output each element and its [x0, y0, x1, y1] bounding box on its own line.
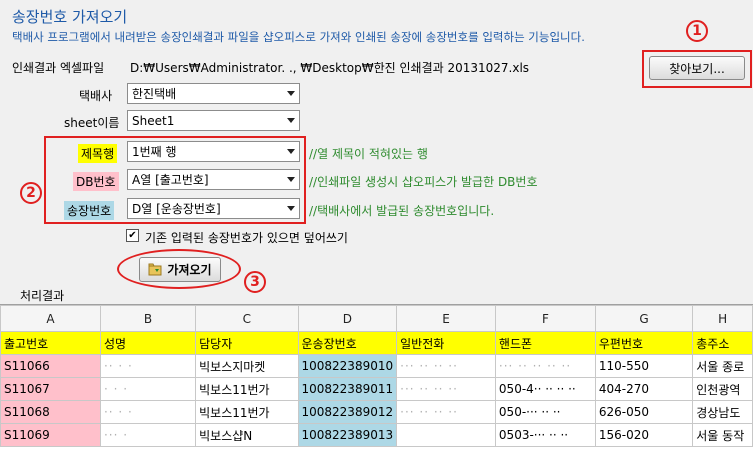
courier-select[interactable]: 한진택배: [127, 83, 300, 104]
header-cell[interactable]: 출고번호: [0, 331, 101, 355]
table-row: S11067 · · · 빅보스11번가 100822389011 ··· ··…: [0, 377, 753, 401]
header-row: 출고번호 성명 담당자 운송장번호 일반전화 핸드폰 우편번호 총주소: [0, 331, 753, 355]
db-number-value: A열 [출고번호]: [132, 173, 209, 187]
import-button[interactable]: 가져오기: [139, 257, 221, 282]
db-number-tag: DB번호: [73, 172, 119, 191]
header-cell[interactable]: 총주소: [692, 331, 753, 355]
column-letter[interactable]: F: [494, 305, 596, 332]
chevron-down-icon: [287, 91, 295, 96]
header-cell[interactable]: 일반전화: [396, 331, 496, 355]
table-cell[interactable]: 100822389012: [297, 400, 398, 424]
title-row-value: 1번째 행: [132, 145, 177, 159]
table-cell[interactable]: 빅보스11번가: [195, 400, 299, 424]
invoice-number-tag: 송장번호: [64, 201, 115, 220]
import-button-label: 가져오기: [167, 263, 212, 277]
table-cell[interactable]: 110-550: [594, 354, 694, 378]
table-cell[interactable]: 100822389011: [297, 377, 398, 401]
overwrite-label: 기존 입력된 송장번호가 있으면 덮어쓰기: [145, 231, 348, 245]
marker-3: 3: [244, 271, 266, 293]
result-table: A B C D E F G H 출고번호 성명 담당자 운송장번호 일반전화 핸…: [0, 305, 753, 447]
sheet-select[interactable]: Sheet1: [127, 110, 300, 131]
chevron-down-icon: [287, 206, 295, 211]
page-title: 송장번호 가져오기: [12, 8, 128, 26]
table-cell[interactable]: 626-050: [594, 400, 694, 424]
column-letter[interactable]: E: [396, 305, 496, 332]
table-cell[interactable]: 서울 동작: [692, 423, 753, 447]
invoice-number-select[interactable]: D열 [운송장번호]: [127, 198, 300, 219]
invoice-number-comment: //택배사에서 발급된 송장번호입니다.: [309, 204, 495, 218]
courier-label: 택배사: [79, 89, 113, 103]
table-cell[interactable]: ··· ·· ·· ··: [396, 354, 496, 378]
chevron-down-icon: [287, 149, 295, 154]
invoice-number-value: D열 [운송장번호]: [132, 202, 221, 216]
file-label: 인쇄결과 엑셀파일: [12, 61, 105, 75]
table-cell[interactable]: 빅보스11번가: [195, 377, 299, 401]
courier-value: 한진택배: [132, 87, 177, 101]
table-cell[interactable]: ··· ·· ·· ·· ··: [494, 354, 596, 378]
column-letter[interactable]: B: [99, 305, 197, 332]
table-cell[interactable]: 경상남도: [692, 400, 753, 424]
result-grid[interactable]: A B C D E F G H 출고번호 성명 담당자 운송장번호 일반전화 핸…: [0, 304, 753, 453]
table-cell[interactable]: 0503-··· ·· ··: [494, 423, 596, 447]
table-cell[interactable]: S11068: [0, 400, 101, 424]
title-row-select[interactable]: 1번째 행: [127, 141, 300, 162]
table-cell[interactable]: 인천광역: [692, 377, 753, 401]
table-row: S11068 ·· · · 빅보스11번가 100822389012 ··· ·…: [0, 400, 753, 424]
table-cell[interactable]: S11066: [0, 354, 101, 378]
checkmark-icon: ✔: [128, 229, 137, 241]
marker-1: 1: [686, 20, 708, 42]
header-cell[interactable]: 핸드폰: [494, 331, 596, 355]
header-cell[interactable]: 우편번호: [594, 331, 694, 355]
table-cell[interactable]: ·· · ·: [99, 354, 197, 378]
column-letter[interactable]: G: [594, 305, 694, 332]
table-cell[interactable]: ·· · ·: [99, 400, 197, 424]
table-cell[interactable]: 빅보스샵N: [195, 423, 299, 447]
column-letter[interactable]: H: [692, 305, 753, 332]
table-row: S11069 ··· · 빅보스샵N 100822389013 0503-···…: [0, 423, 753, 447]
table-cell[interactable]: S11067: [0, 377, 101, 401]
sheet-label: sheet이름: [64, 116, 120, 130]
table-row: S11066 ·· · · 빅보스지마켓 100822389010 ··· ··…: [0, 354, 753, 378]
result-label: 처리결과: [20, 289, 65, 303]
table-cell[interactable]: [396, 423, 496, 447]
table-cell[interactable]: 050-··· ·· ··: [494, 400, 596, 424]
import-folder-icon: [148, 263, 162, 276]
table-cell[interactable]: ··· ·· ·· ··: [396, 377, 496, 401]
table-cell[interactable]: ··· ·· ·· ··: [396, 400, 496, 424]
db-number-comment: //인쇄파일 생성시 샵오피스가 발급한 DB번호: [309, 175, 538, 189]
table-cell[interactable]: ··· ·: [99, 423, 197, 447]
marker-2: 2: [20, 182, 42, 204]
file-path-field[interactable]: D:₩Users₩Administrator. ., ₩Desktop₩한진 인…: [130, 59, 529, 76]
header-cell[interactable]: 운송장번호: [297, 331, 398, 355]
table-cell[interactable]: 서울 종로: [692, 354, 753, 378]
column-letter[interactable]: A: [0, 305, 101, 332]
chevron-down-icon: [287, 177, 295, 182]
header-cell[interactable]: 성명: [99, 331, 197, 355]
table-cell[interactable]: 156-020: [594, 423, 694, 447]
overwrite-checkbox[interactable]: ✔: [126, 229, 139, 242]
sheet-value: Sheet1: [132, 113, 175, 128]
table-cell[interactable]: S11069: [0, 423, 101, 447]
table-cell[interactable]: 050-4·· ·· ·· ··: [494, 377, 596, 401]
title-row-comment: //열 제목이 적혀있는 행: [309, 147, 428, 161]
header-cell[interactable]: 담당자: [195, 331, 299, 355]
column-letter-row: A B C D E F G H: [0, 305, 753, 332]
page-description: 택배사 프로그램에서 내려받은 송장인쇄결과 파일을 샵오피스로 가져와 인쇄된…: [12, 30, 585, 44]
table-cell[interactable]: · · ·: [99, 377, 197, 401]
table-cell[interactable]: 100822389010: [297, 354, 398, 378]
chevron-down-icon: [287, 118, 295, 123]
table-cell[interactable]: 빅보스지마켓: [195, 354, 299, 378]
title-row-tag: 제목행: [78, 144, 118, 163]
browse-button[interactable]: 찾아보기...: [649, 56, 745, 80]
table-cell[interactable]: 404-270: [594, 377, 694, 401]
column-letter[interactable]: D: [297, 305, 398, 332]
table-cell[interactable]: 100822389013: [297, 423, 398, 447]
db-number-select[interactable]: A열 [출고번호]: [127, 169, 300, 190]
column-letter[interactable]: C: [195, 305, 299, 332]
